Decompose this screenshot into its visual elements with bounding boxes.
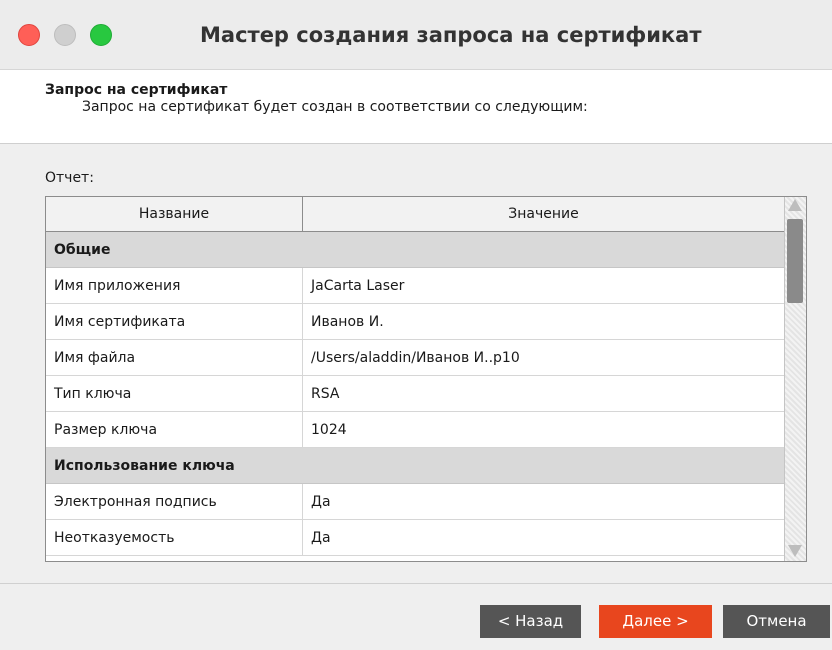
header-title: Запрос на сертификат	[45, 82, 228, 98]
row-name: Тип ключа	[46, 376, 303, 411]
report-table: Название Значение Общие Имя приложения J…	[45, 196, 807, 562]
group-row: Общие	[46, 232, 784, 268]
row-value: Да	[311, 493, 331, 510]
wizard-header: Запрос на сертификат Запрос на сертифика…	[0, 70, 832, 144]
row-name: Имя сертификата	[46, 304, 303, 339]
row-name: Неотказуемость	[46, 520, 303, 555]
table-row[interactable]: Имя файла /Users/aladdin/Иванов И..p10	[46, 340, 784, 376]
row-value: 1024	[311, 421, 347, 438]
cancel-button[interactable]: Отмена	[723, 605, 830, 638]
table-row[interactable]: Неотказуемость Да	[46, 520, 784, 556]
back-button[interactable]: < Назад	[480, 605, 581, 638]
close-window-button[interactable]	[18, 24, 40, 46]
vertical-scrollbar[interactable]	[784, 197, 806, 561]
table-header: Название Значение	[46, 197, 784, 232]
report-label: Отчет:	[45, 170, 94, 186]
row-value: JaCarta Laser	[311, 277, 405, 294]
column-header-value[interactable]: Значение	[303, 197, 784, 231]
row-name: Электронная подпись	[46, 484, 303, 519]
title-bar: Мастер создания запроса на сертификат	[0, 0, 832, 70]
row-value: /Users/aladdin/Иванов И..p10	[311, 349, 520, 366]
row-name: Имя приложения	[46, 268, 303, 303]
scroll-down-icon[interactable]	[788, 545, 802, 557]
row-name: Размер ключа	[46, 412, 303, 447]
table-row[interactable]: Тип ключа RSA	[46, 376, 784, 412]
minimize-window-button[interactable]	[54, 24, 76, 46]
scroll-up-icon[interactable]	[788, 199, 802, 211]
header-subtitle: Запрос на сертификат будет создан в соот…	[82, 99, 588, 115]
maximize-window-button[interactable]	[90, 24, 112, 46]
row-value: Да	[311, 529, 331, 546]
table-row[interactable]: Имя приложения JaCarta Laser	[46, 268, 784, 304]
row-value: Иванов И.	[311, 313, 384, 330]
table-row[interactable]: Электронная подпись Да	[46, 484, 784, 520]
table-row[interactable]: Размер ключа 1024	[46, 412, 784, 448]
wizard-footer: < Назад Далее > Отмена	[0, 583, 832, 650]
row-value: RSA	[311, 385, 340, 402]
report-table-body: Название Значение Общие Имя приложения J…	[46, 197, 784, 556]
scrollbar-thumb[interactable]	[787, 219, 803, 303]
row-name: Имя файла	[46, 340, 303, 375]
table-row[interactable]: Имя сертификата Иванов И.	[46, 304, 784, 340]
window-title: Мастер создания запроса на сертификат	[200, 23, 702, 47]
next-button[interactable]: Далее >	[599, 605, 712, 638]
column-header-name[interactable]: Название	[46, 197, 303, 231]
group-row: Использование ключа	[46, 448, 784, 484]
